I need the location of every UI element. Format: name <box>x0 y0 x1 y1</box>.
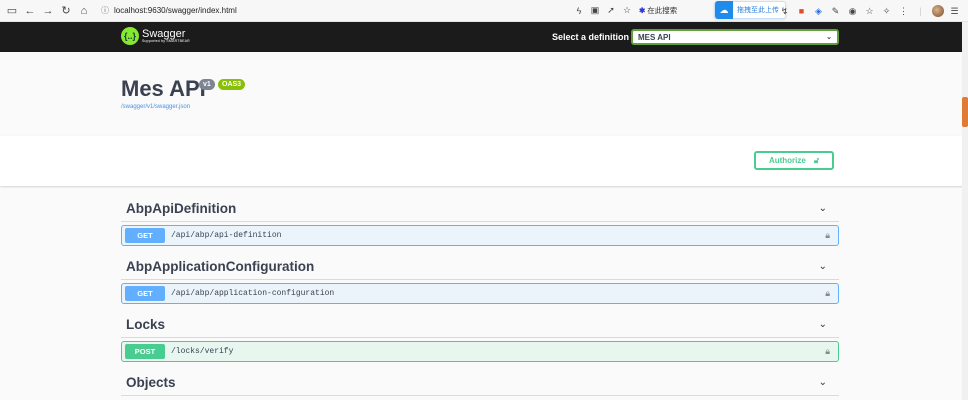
swagger-logo-icon: {..} <box>121 27 139 45</box>
chevron-down-icon[interactable]: ⌄ <box>819 319 827 330</box>
method-badge: GET <box>125 228 165 243</box>
tag-section[interactable]: Objects ⌄ <box>121 370 839 396</box>
version-badge: v1 <box>199 79 215 90</box>
tag-name: Locks <box>126 317 166 332</box>
star-icon[interactable]: ☆ <box>619 3 635 19</box>
lock-icon[interactable]: 🔒︎ <box>825 288 830 299</box>
unlock-icon: 🔓︎ <box>813 155 820 165</box>
extension-icon[interactable]: ↯ <box>776 3 793 19</box>
address-bar[interactable]: ⓘ localhost:9630/swagger/index.html <box>101 5 571 16</box>
definition-value: MES API <box>638 32 671 42</box>
method-badge: POST <box>125 344 165 359</box>
definition-select[interactable]: MES API ⌄ <box>631 29 839 45</box>
translate-icon[interactable]: ◈ <box>810 3 827 19</box>
tag-section[interactable]: AbpApplicationConfiguration ⌄ <box>121 254 839 280</box>
lock-icon[interactable]: 🔒︎ <box>825 230 830 241</box>
chevron-down-icon[interactable]: ⌄ <box>819 377 827 388</box>
scheme-container: Authorize 🔓︎ <box>0 136 968 186</box>
info-icon[interactable]: ⓘ <box>101 5 109 16</box>
tag-section[interactable]: Locks ⌄ <box>121 312 839 338</box>
sidebar-icon[interactable]: ▭ <box>3 2 21 20</box>
chevron-down-icon: ⌄ <box>826 34 832 41</box>
operation-row[interactable]: GET /api/abp/api-definition 🔒︎ <box>121 225 839 246</box>
menu-icon[interactable]: ☰ <box>946 3 963 19</box>
operation-row[interactable]: GET /api/abp/application-configuration 🔒… <box>121 283 839 304</box>
tools-icon[interactable]: ✧ <box>878 3 895 19</box>
search-label: 在此搜索 <box>647 6 678 15</box>
tag-name: AbpApiDefinition <box>126 201 237 216</box>
scrollbar-thumb[interactable] <box>962 97 968 127</box>
definition-label: Select a definition <box>552 32 630 42</box>
lock-icon[interactable]: 🔒︎ <box>825 346 830 357</box>
logo-sub: Supported by SMARTBEAR <box>142 38 190 43</box>
reader-icon[interactable]: ▣ <box>587 3 603 19</box>
page-title: Mes API <box>121 76 206 101</box>
upload-label: 拖拽至此上传 <box>737 7 779 14</box>
operation-path: /api/abp/api-definition <box>171 231 282 240</box>
share-icon[interactable]: ➚ <box>603 3 619 19</box>
operation-path: /api/abp/application-configuration <box>171 289 335 298</box>
tag-name: AbpApplicationConfiguration <box>126 259 315 274</box>
search-engine[interactable]: ✱ 在此搜索 <box>639 5 677 16</box>
swagger-logo[interactable]: {..} Swagger Supported by SMARTBEAR <box>121 27 190 45</box>
extension-icons: ↯ ■ ◈ ✎ ◉ ☆ ✧ ⋮ | ☰ <box>776 3 963 19</box>
lightning-icon[interactable]: ϟ <box>571 3 587 19</box>
authorize-label: Authorize <box>768 156 806 165</box>
favorites-icon[interactable]: ☆ <box>861 3 878 19</box>
tag-name: Objects <box>126 375 176 390</box>
operation-path: /locks/verify <box>171 347 234 356</box>
profile-avatar[interactable] <box>929 3 946 19</box>
swagger-topbar: {..} Swagger Supported by SMARTBEAR Sele… <box>0 22 968 52</box>
info-section: Mes API v1 OAS3 /swagger/v1/swagger.json <box>0 52 968 136</box>
back-icon[interactable]: ← <box>21 2 39 20</box>
divider-icon: | <box>919 6 922 16</box>
scrollbar[interactable] <box>962 22 968 400</box>
method-badge: GET <box>125 286 165 301</box>
home-icon[interactable]: ⌂ <box>75 2 93 20</box>
target-icon[interactable]: ◉ <box>844 3 861 19</box>
chevron-down-icon[interactable]: ⌄ <box>819 261 827 272</box>
oas-badge: OAS3 <box>218 79 246 90</box>
url-text[interactable]: localhost:9630/swagger/index.html <box>114 6 237 15</box>
authorize-button[interactable]: Authorize 🔓︎ <box>754 151 834 170</box>
forward-icon[interactable]: → <box>39 2 57 20</box>
chevron-down-icon[interactable]: ⌄ <box>819 203 827 214</box>
tag-section[interactable]: AbpApiDefinition ⌄ <box>121 196 839 222</box>
more-vertical-icon[interactable]: ⋮ <box>895 3 912 19</box>
edit-icon[interactable]: ✎ <box>827 3 844 19</box>
red-extension-icon[interactable]: ■ <box>793 3 810 19</box>
spec-link[interactable]: /swagger/v1/swagger.json <box>121 104 190 110</box>
paw-icon: ✱ <box>639 6 646 15</box>
cloud-upload-icon: ☁ <box>715 1 733 19</box>
operation-row[interactable]: POST /locks/verify 🔒︎ <box>121 341 839 362</box>
reload-icon[interactable]: ↻ <box>57 2 75 20</box>
